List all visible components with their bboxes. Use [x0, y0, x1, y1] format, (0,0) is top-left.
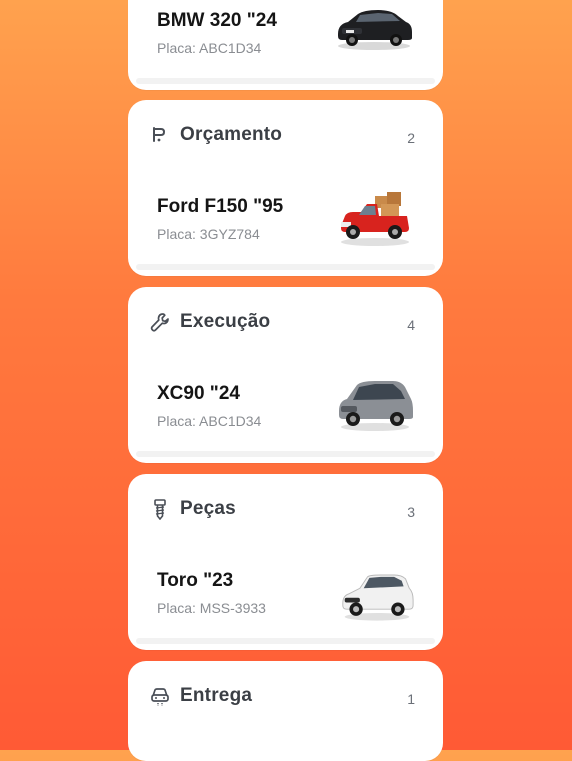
stage-header[interactable]: Orçamento 2 — [148, 122, 415, 148]
vehicle-plate: Placa: ABC1D34 — [157, 413, 262, 429]
vehicle-plate: Placa: 3GYZ784 — [157, 226, 260, 242]
stage-count: 3 — [407, 504, 415, 520]
vehicle-item[interactable]: BMW 320 "24 Placa: ABC1D34 — [157, 6, 415, 76]
vehicle-name: BMW 320 "24 — [157, 10, 277, 31]
vehicle-name: Toro "23 — [157, 570, 234, 591]
stage-card-orcamento[interactable]: Orçamento 2 Ford F150 "95 Placa: 3GYZ784 — [128, 100, 443, 276]
stage-title: Peças — [180, 498, 236, 519]
wrench-icon — [148, 310, 172, 334]
stage-card-entrega[interactable]: Entrega 1 — [128, 661, 443, 761]
red-pickup-image — [341, 192, 409, 246]
stage-count: 2 — [407, 130, 415, 146]
stage-header[interactable]: Execução 4 — [148, 309, 415, 335]
stage-title: Orçamento — [180, 124, 283, 145]
screw-icon — [148, 497, 172, 521]
black-sedan-image — [338, 10, 412, 50]
gray-suv-image — [339, 381, 413, 431]
card-divider — [136, 638, 435, 644]
car-delivery-icon — [148, 684, 172, 708]
card-divider — [136, 78, 435, 84]
stage-count: 4 — [407, 317, 415, 333]
stage-title: Execução — [180, 311, 271, 332]
stage-count: 1 — [407, 691, 415, 707]
white-pickup-image — [342, 574, 414, 621]
stage-header[interactable]: Peças 3 — [148, 496, 415, 522]
vehicle-item[interactable]: Ford F150 "95 Placa: 3GYZ784 — [157, 192, 415, 262]
vehicle-name: Ford F150 "95 — [157, 196, 284, 217]
vehicle-plate: Placa: ABC1D34 — [157, 40, 262, 56]
stage-title: Entrega — [180, 685, 253, 706]
vehicle-name: XC90 "24 — [157, 383, 240, 404]
stage-card-execucao[interactable]: Execução 4 XC90 "24 Placa: ABC1D34 — [128, 287, 443, 463]
vehicle-item[interactable]: Toro "23 Placa: MSS-3933 — [157, 566, 415, 636]
card-divider — [136, 264, 435, 270]
budget-tag-icon — [148, 123, 172, 147]
vehicle-item[interactable]: XC90 "24 Placa: ABC1D34 — [157, 379, 415, 449]
card-divider — [136, 451, 435, 457]
stage-header[interactable]: Entrega 1 — [148, 683, 415, 709]
stage-card-pecas[interactable]: Peças 3 Toro "23 Placa: MSS-3933 — [128, 474, 443, 650]
vehicle-plate: Placa: MSS-3933 — [157, 600, 266, 616]
stage-card-top[interactable]: BMW 320 "24 Placa: ABC1D34 — [128, 0, 443, 90]
